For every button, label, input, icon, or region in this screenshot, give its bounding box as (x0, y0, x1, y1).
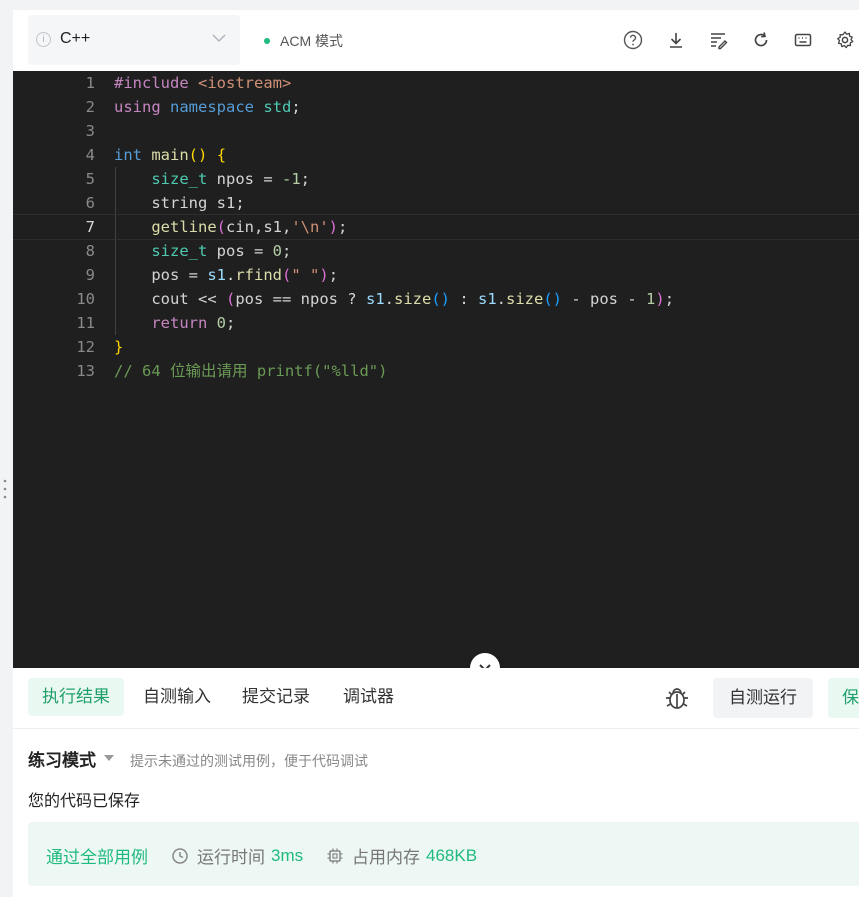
code-text: int main() { (114, 146, 227, 164)
save-submit-button[interactable]: 保 (828, 678, 859, 718)
code-line[interactable]: 12} (13, 335, 859, 359)
code-line[interactable]: 6 string s1; (13, 191, 859, 215)
code-text: pos = s1.rfind(" "); (114, 266, 339, 284)
code-comment: // 64 位输出请用 printf("%lld") (114, 362, 388, 380)
result-summary: 通过全部用例 运行时间 3ms 占用内存 468KB (28, 822, 859, 886)
line-number: 12 (76, 338, 95, 356)
result-tabs: 执行结果 自测输入 提交记录 调试器 自测运行 保 (13, 668, 859, 729)
download-icon[interactable] (666, 30, 686, 50)
code-line[interactable]: 10 cout << (pos == npos ? s1.size() : s1… (13, 287, 859, 311)
practice-mode-dropdown[interactable]: 练习模式 (28, 746, 114, 771)
line-number: 8 (85, 242, 95, 260)
line-number: 11 (76, 314, 95, 332)
practice-mode-label: 练习模式 (28, 751, 96, 770)
code-text: size_t pos = 0; (151, 242, 292, 260)
resize-handle[interactable] (3, 478, 7, 500)
memory-value: 468KB (426, 845, 478, 865)
memory-label: 占用内存 (352, 848, 420, 867)
code-text: return 0; (151, 314, 236, 332)
code-line-current[interactable]: 7 getline(cin,s1,'\n'); (13, 214, 859, 240)
mode-label: ACM 模式 (280, 33, 343, 49)
chip-icon (327, 848, 343, 863)
line-number: 7 (85, 218, 95, 236)
memory-stat: 占用内存 468KB (326, 843, 477, 868)
code-text: #include <iostream> (114, 74, 292, 92)
tab-debugger[interactable]: 调试器 (329, 678, 408, 716)
code-text: getline(cin,s1,'\n'); (151, 218, 348, 236)
bug-icon[interactable] (663, 684, 691, 712)
clock-icon (172, 847, 188, 864)
line-number: 2 (85, 98, 95, 116)
caret-down-icon (104, 754, 114, 761)
reset-icon[interactable] (751, 30, 771, 50)
code-line[interactable]: 11 return 0; (13, 311, 859, 335)
code-text: size_t npos = -1; (151, 170, 310, 188)
format-icon[interactable] (708, 30, 728, 50)
line-number: 10 (76, 290, 95, 308)
code-line[interactable]: 4 int main() { (13, 143, 859, 167)
code-text: cout << (pos == npos ? s1.size() : s1.si… (114, 290, 675, 308)
code-line[interactable]: 2 using namespace std; (13, 95, 859, 119)
editor-toolbar: i C++ ACM 模式 (13, 10, 859, 71)
line-number: 1 (85, 74, 95, 92)
line-number: 6 (85, 194, 95, 212)
code-line[interactable]: 8 size_t pos = 0; (13, 239, 859, 263)
code-text: string s1; (114, 194, 245, 212)
mode-indicator: ACM 模式 (264, 31, 343, 51)
settings-icon[interactable] (835, 30, 855, 50)
self-run-button[interactable]: 自测运行 (713, 678, 813, 718)
status-dot (264, 38, 270, 44)
code-line[interactable]: 1 #include <iostream> (13, 71, 859, 95)
code-text: using namespace std; (114, 98, 301, 116)
code-text: } (114, 338, 124, 356)
line-number: 5 (85, 170, 95, 188)
chevron-down-icon (212, 34, 226, 43)
tab-self-test-input[interactable]: 自测输入 (129, 678, 225, 716)
code-line[interactable]: 9 pos = s1.rfind(" "); (13, 263, 859, 287)
line-number: 4 (85, 146, 95, 164)
code-line[interactable]: 5 size_t npos = -1; (13, 167, 859, 191)
saved-status: 您的代码已保存 (28, 793, 141, 810)
tab-submission-history[interactable]: 提交记录 (228, 678, 324, 716)
help-icon[interactable] (623, 30, 643, 50)
language-label: C++ (60, 30, 91, 47)
practice-mode-hint: 提示未通过的测试用例，便于代码调试 (130, 753, 368, 769)
line-number: 3 (85, 122, 95, 140)
line-number: 13 (76, 362, 95, 380)
line-number: 9 (85, 266, 95, 284)
code-editor[interactable]: 1 #include <iostream> 2 using namespace st… (13, 71, 859, 668)
keyboard-icon[interactable] (793, 30, 813, 50)
info-icon: i (36, 32, 51, 47)
runtime-label: 运行时间 (197, 848, 265, 867)
code-line[interactable]: 13 // 64 位输出请用 printf("%lld") (13, 359, 859, 383)
code-panel: i C++ ACM 模式 1 #include <iostream> 2 using… (13, 10, 859, 897)
language-select[interactable]: i C++ (28, 15, 240, 65)
runtime-value: 3ms (271, 845, 304, 865)
pass-status: 通过全部用例 (46, 848, 148, 867)
code-line[interactable]: 3 (13, 119, 859, 143)
tab-execution-result[interactable]: 执行结果 (28, 678, 124, 716)
runtime-stat: 运行时间 3ms (171, 843, 303, 868)
